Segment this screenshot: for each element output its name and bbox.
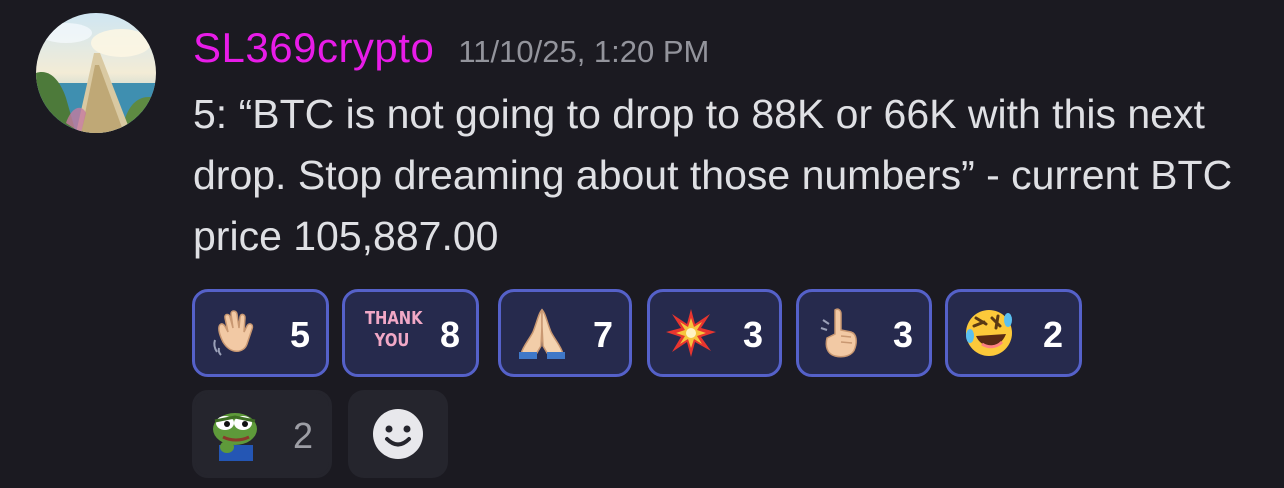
reaction-collision[interactable]: 3 bbox=[647, 289, 782, 377]
reaction-waving-hand[interactable]: 5 bbox=[192, 289, 329, 377]
message-text: 5: “BTC is not going to drop to 88K or 6… bbox=[193, 91, 1233, 259]
reaction-pointing-up[interactable]: 3 bbox=[796, 289, 932, 377]
message-header: SL369crypto 11/10/25, 1:20 PM bbox=[193, 24, 709, 72]
rolling-laughing-face-icon bbox=[966, 310, 1012, 356]
avatar[interactable] bbox=[36, 13, 156, 133]
pepe-frog-icon bbox=[213, 413, 257, 461]
reaction-count: 3 bbox=[742, 314, 763, 355]
waving-hand-icon bbox=[213, 310, 254, 356]
reaction-count: 2 bbox=[292, 415, 313, 456]
reaction-count: 7 bbox=[592, 314, 613, 355]
reaction-thank-you[interactable]: THANK YOU 8 bbox=[342, 289, 479, 377]
reaction-count: 8 bbox=[439, 314, 460, 355]
reaction-folded-hands[interactable]: 7 bbox=[498, 289, 632, 377]
reaction-pepe[interactable]: 2 bbox=[192, 390, 332, 478]
timestamp: 11/10/25, 1:20 PM bbox=[458, 34, 710, 69]
reaction-count: 5 bbox=[289, 314, 310, 355]
reaction-count: 2 bbox=[1042, 314, 1063, 355]
reaction-count: 3 bbox=[892, 314, 913, 355]
add-reaction-button[interactable] bbox=[348, 390, 448, 478]
avatar-image bbox=[36, 13, 156, 133]
collision-icon bbox=[666, 309, 716, 357]
folded-hands-icon bbox=[519, 308, 565, 359]
sticker-text-line2: YOU bbox=[374, 330, 410, 351]
chat-message: SL369crypto 11/10/25, 1:20 PM 5: “BTC is… bbox=[0, 0, 1284, 488]
sticker-text-line1: THANK bbox=[364, 308, 423, 329]
pointing-up-icon bbox=[820, 308, 857, 358]
reaction-rolling-laughing[interactable]: 2 bbox=[945, 289, 1082, 377]
username[interactable]: SL369crypto bbox=[193, 24, 434, 72]
thank-you-sticker-icon: THANK YOU bbox=[364, 308, 423, 358]
smiley-add-reaction-icon bbox=[373, 409, 423, 459]
